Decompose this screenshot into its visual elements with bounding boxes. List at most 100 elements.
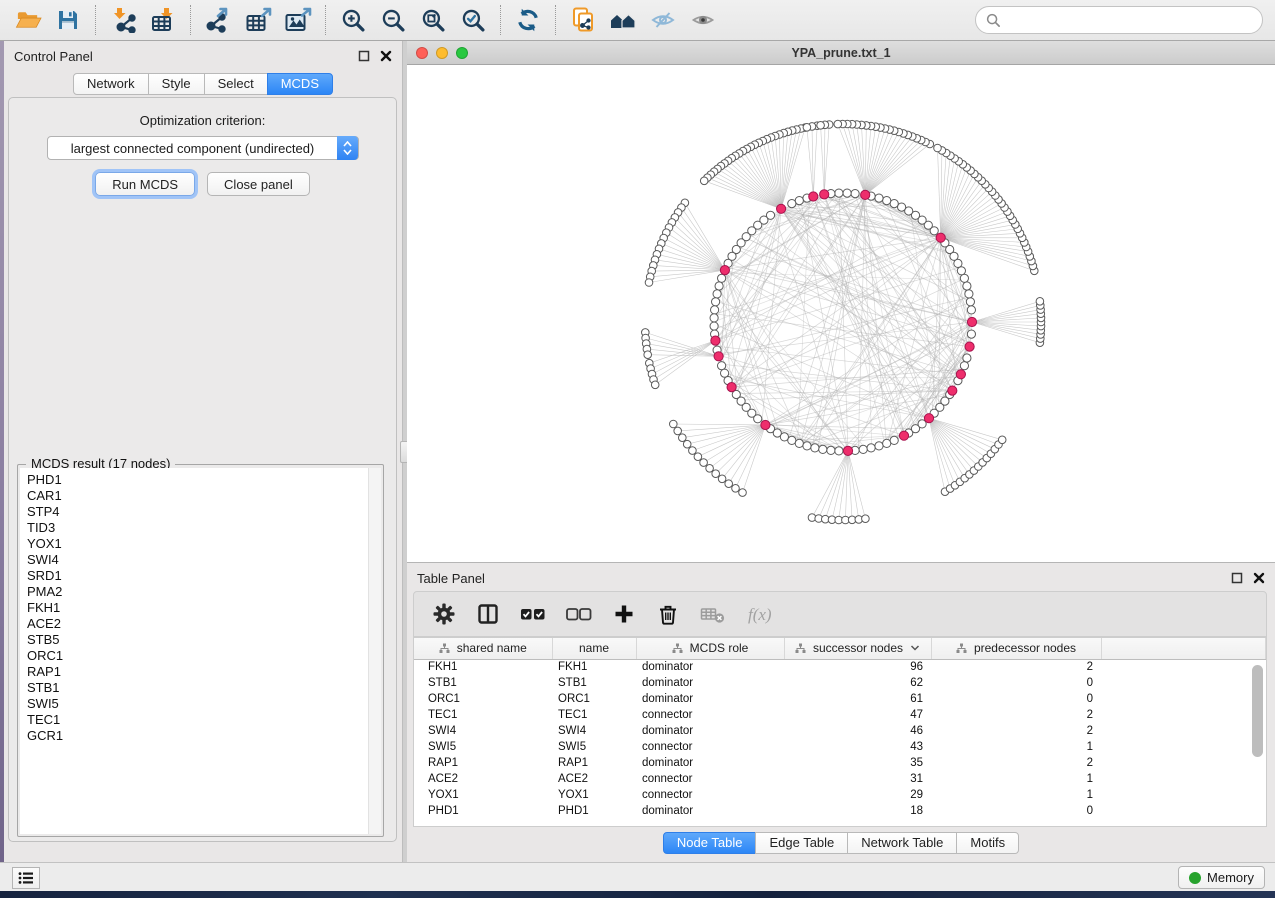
close-panel-icon[interactable] — [380, 50, 392, 62]
tab-node-table[interactable]: Node Table — [663, 832, 757, 854]
close-panel-icon[interactable] — [1253, 572, 1265, 584]
export-table-button[interactable] — [238, 3, 278, 37]
refresh-button[interactable] — [508, 3, 548, 37]
mcds-result-item[interactable]: STP4 — [27, 504, 381, 520]
export-image-button[interactable] — [278, 3, 318, 37]
column-header-successor-nodes[interactable]: successor nodes — [784, 638, 931, 659]
run-mcds-button[interactable]: Run MCDS — [95, 172, 195, 196]
task-history-button[interactable] — [12, 867, 40, 889]
table-row[interactable]: FKH1FKH1dominator962 — [414, 659, 1266, 675]
open-file-button[interactable] — [8, 3, 48, 37]
tab-network[interactable]: Network — [73, 73, 149, 95]
table-row[interactable]: ORC1ORC1dominator610 — [414, 691, 1266, 707]
cell-shared-name: STB1 — [414, 675, 552, 691]
node-table[interactable]: shared namenameMCDS rolesuccessor nodesp… — [413, 637, 1267, 827]
mcds-result-list[interactable]: PHD1CAR1STP4TID3YOX1SWI4SRD1PMA2FKH1ACE2… — [20, 468, 381, 834]
column-header-predecessor-nodes[interactable]: predecessor nodes — [931, 638, 1101, 659]
mcds-result-item[interactable]: YOX1 — [27, 536, 381, 552]
trash-icon — [656, 602, 680, 626]
optimization-criterion-select[interactable]: largest connected component (undirected) — [47, 136, 359, 160]
mcds-result-item[interactable]: STB1 — [27, 680, 381, 696]
save-session-button[interactable] — [48, 3, 88, 37]
mcds-result-item[interactable]: STB5 — [27, 632, 381, 648]
network-graph[interactable] — [407, 65, 1275, 562]
table-panel: Table Panel — [407, 562, 1275, 862]
table-row[interactable]: ACE2ACE2connector311 — [414, 771, 1266, 787]
mcds-result-item[interactable]: GCR1 — [27, 728, 381, 744]
delete-table-button[interactable] — [700, 602, 726, 626]
tab-motifs[interactable]: Motifs — [956, 832, 1019, 854]
table-row[interactable]: YOX1YOX1connector291 — [414, 787, 1266, 803]
svg-text:f(x): f(x) — [748, 605, 772, 624]
result-list-scrollbar[interactable] — [368, 468, 381, 834]
zoom-out-button[interactable] — [373, 3, 413, 37]
table-row[interactable]: SWI4SWI4dominator462 — [414, 723, 1266, 739]
table-scrollbar[interactable] — [1252, 663, 1263, 823]
table-options-button[interactable] — [432, 602, 456, 626]
mcds-result-item[interactable]: FKH1 — [27, 600, 381, 616]
table-row[interactable]: PHD1PHD1dominator180 — [414, 803, 1266, 819]
cell-shared-name: RAP1 — [414, 755, 552, 771]
mcds-result-item[interactable]: TID3 — [27, 520, 381, 536]
show-columns-button[interactable] — [476, 602, 500, 626]
zoom-in-button[interactable] — [333, 3, 373, 37]
column-type-icon — [795, 643, 806, 654]
mcds-result-item[interactable]: PHD1 — [27, 472, 381, 488]
network-view-titlebar[interactable]: YPA_prune.txt_1 — [407, 41, 1275, 65]
add-column-button[interactable] — [612, 602, 636, 626]
tab-edge-table[interactable]: Edge Table — [755, 832, 848, 854]
column-header-name[interactable]: name — [552, 638, 636, 659]
cell-shared-name: YOX1 — [414, 787, 552, 803]
mcds-result-item[interactable]: PMA2 — [27, 584, 381, 600]
search-box[interactable] — [975, 6, 1263, 34]
checked-boxes-icon — [520, 602, 546, 626]
plus-icon — [612, 602, 636, 626]
column-header-shared-name[interactable]: shared name — [414, 638, 552, 659]
apply-function-button[interactable]: f(x) — [746, 601, 786, 627]
mcds-tab-content: Optimization criterion: largest connecte… — [8, 97, 397, 842]
mcds-result-item[interactable]: ORC1 — [27, 648, 381, 664]
zoom-selected-button[interactable] — [453, 3, 493, 37]
mcds-result-item[interactable]: SRD1 — [27, 568, 381, 584]
mcds-result-item[interactable]: SWI4 — [27, 552, 381, 568]
table-row[interactable]: STB1STB1dominator620 — [414, 675, 1266, 691]
tab-mcds[interactable]: MCDS — [267, 73, 333, 95]
mcds-result-item[interactable]: ACE2 — [27, 616, 381, 632]
tab-style[interactable]: Style — [148, 73, 205, 95]
first-neighbors-button[interactable] — [603, 3, 643, 37]
delete-column-button[interactable] — [656, 602, 680, 626]
search-input[interactable] — [1007, 13, 1252, 28]
float-panel-icon[interactable] — [1231, 572, 1243, 584]
clone-network-button[interactable] — [563, 3, 603, 37]
select-all-columns-button[interactable] — [520, 602, 546, 626]
close-window-icon[interactable] — [416, 47, 428, 59]
memory-button[interactable]: Memory — [1178, 866, 1265, 889]
cell-name: SWI5 — [552, 739, 636, 755]
cell-MCDS-role: connector — [636, 707, 784, 723]
close-panel-button[interactable]: Close panel — [207, 172, 310, 196]
table-scrollbar-thumb[interactable] — [1252, 665, 1263, 757]
network-canvas[interactable] — [407, 65, 1275, 562]
table-row[interactable]: SWI5SWI5connector431 — [414, 739, 1266, 755]
zoom-fit-button[interactable] — [413, 3, 453, 37]
cell-shared-name: FKH1 — [414, 659, 552, 675]
tab-network-table[interactable]: Network Table — [847, 832, 957, 854]
tab-select[interactable]: Select — [204, 73, 268, 95]
mcds-result-item[interactable]: SWI5 — [27, 696, 381, 712]
import-table-button[interactable] — [143, 3, 183, 37]
mcds-result-item[interactable]: RAP1 — [27, 664, 381, 680]
table-row[interactable]: TEC1TEC1connector472 — [414, 707, 1266, 723]
mcds-result-item[interactable]: TEC1 — [27, 712, 381, 728]
show-hidden-button[interactable] — [643, 3, 683, 37]
export-network-button[interactable] — [198, 3, 238, 37]
import-network-button[interactable] — [103, 3, 143, 37]
column-header-MCDS-role[interactable]: MCDS role — [636, 638, 784, 659]
maximize-window-icon[interactable] — [456, 47, 468, 59]
float-panel-icon[interactable] — [358, 50, 370, 62]
table-row[interactable]: RAP1RAP1dominator352 — [414, 755, 1266, 771]
unselect-all-columns-button[interactable] — [566, 602, 592, 626]
minimize-window-icon[interactable] — [436, 47, 448, 59]
mcds-result-item[interactable]: CAR1 — [27, 488, 381, 504]
hide-selected-button[interactable] — [683, 3, 723, 37]
cell-successor-nodes: 35 — [784, 755, 931, 771]
